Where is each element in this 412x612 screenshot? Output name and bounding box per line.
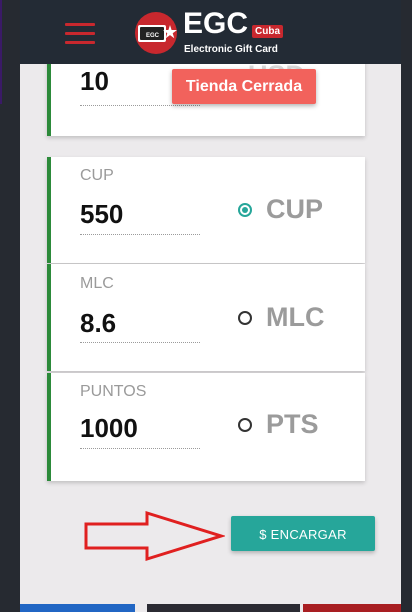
- egc-logo-icon: EGC: [135, 12, 177, 54]
- cup-field-label: CUP: [80, 167, 114, 184]
- brand-text: EGC: [183, 7, 249, 40]
- usd-field-underline: [80, 105, 200, 106]
- annotation-arrow-icon: [84, 510, 225, 562]
- cup-amount-card: CUP 550 CUP: [47, 157, 365, 263]
- brand-badge: Cuba: [252, 25, 283, 38]
- cup-option-label[interactable]: CUP: [266, 194, 323, 225]
- app-viewport: 10 USD CUP 550 CUP MLC 8.6 MLC PUNTOS 10…: [20, 0, 401, 612]
- mlc-value-input[interactable]: 8.6: [80, 308, 116, 339]
- egc-logo[interactable]: EGC EGC Cuba Electronic Gift Card: [132, 7, 316, 57]
- pts-amount-card: PUNTOS 1000 PTS: [47, 373, 365, 481]
- pts-value-input[interactable]: 1000: [80, 413, 138, 444]
- cup-field-underline: [80, 234, 200, 235]
- usd-value[interactable]: 10: [80, 66, 109, 97]
- pts-option-label[interactable]: PTS: [266, 409, 319, 440]
- store-closed-toast: Tienda Cerrada: [172, 69, 316, 104]
- bottom-nav-segment-blue: [20, 604, 135, 612]
- svg-text:EGC: EGC: [146, 33, 160, 39]
- mlc-option-label[interactable]: MLC: [266, 302, 324, 333]
- order-button[interactable]: $ ENCARGAR: [231, 516, 375, 551]
- mlc-field-underline: [80, 342, 200, 343]
- top-navbar: EGC EGC Cuba Electronic Gift Card: [20, 0, 401, 64]
- bottom-nav-segment-red: [303, 604, 401, 612]
- bottom-nav-segment-dark: [147, 604, 300, 612]
- edge-strip: [0, 0, 2, 104]
- radio-selected-icon[interactable]: [238, 203, 252, 217]
- brand-subtitle: Electronic Gift Card: [184, 44, 278, 55]
- pts-field-label: PUNTOS: [80, 383, 147, 400]
- mlc-amount-card: MLC 8.6 MLC: [47, 264, 365, 371]
- hamburger-menu-icon[interactable]: [65, 21, 95, 45]
- mlc-field-label: MLC: [80, 275, 114, 292]
- cup-value-input[interactable]: 550: [80, 199, 123, 230]
- radio-unselected-icon[interactable]: [238, 418, 252, 432]
- radio-unselected-icon[interactable]: [238, 311, 252, 325]
- pts-field-underline: [80, 448, 200, 449]
